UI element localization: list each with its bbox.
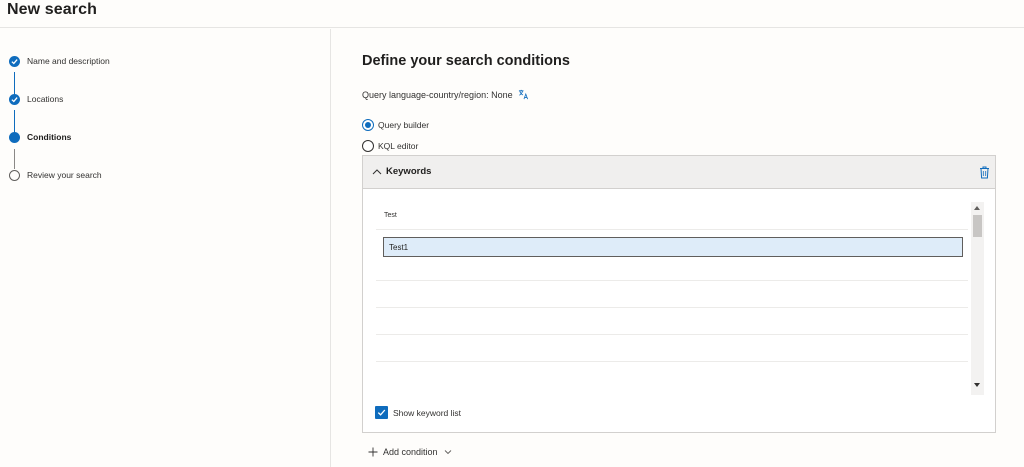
step-connector	[14, 149, 15, 169]
new-search-page: New search Name and description Location…	[0, 0, 1024, 467]
show-keyword-list-option[interactable]: Show keyword list	[375, 406, 461, 419]
divider	[376, 229, 968, 230]
wizard-steps: Name and description Locations Condition…	[0, 29, 331, 467]
step-label: Review your search	[27, 170, 102, 180]
page-title: New search	[7, 1, 97, 18]
chevron-down-icon	[444, 450, 451, 455]
keywords-list: Test	[376, 202, 984, 395]
kql-editor-option[interactable]: KQL editor	[362, 140, 418, 152]
step-conditions[interactable]: Conditions	[9, 130, 71, 144]
divider	[376, 307, 968, 308]
step-label: Name and description	[27, 56, 110, 66]
query-language-row: Query language-country/region: None	[362, 89, 529, 100]
step-name-and-description[interactable]: Name and description	[9, 54, 110, 68]
language-icon[interactable]	[518, 89, 529, 100]
pending-step-icon	[9, 169, 20, 181]
keywords-card: Keywords Test Test1 Show keyword list	[362, 155, 996, 433]
query-builder-option[interactable]: Query builder	[362, 119, 429, 131]
scroll-down-icon[interactable]	[974, 383, 980, 387]
step-label: Locations	[27, 94, 64, 104]
checkmark-icon	[9, 93, 20, 105]
show-keyword-list-checkbox[interactable]	[375, 406, 388, 419]
checkmark-icon	[9, 55, 20, 67]
divider	[376, 334, 968, 335]
keywords-title: Keywords	[386, 166, 432, 177]
scrollbar-thumb[interactable]	[973, 215, 982, 237]
plus-icon	[368, 447, 378, 457]
keyword-field-label: Test	[384, 212, 397, 219]
keyword-input[interactable]	[383, 237, 963, 257]
page-header: New search	[0, 0, 1024, 28]
chevron-up-icon[interactable]	[371, 166, 383, 178]
step-locations[interactable]: Locations	[9, 92, 63, 106]
divider	[376, 361, 968, 362]
radio-label: KQL editor	[378, 141, 419, 151]
add-condition-button[interactable]: Add condition	[368, 447, 452, 457]
add-condition-label: Add condition	[383, 447, 438, 457]
current-step-icon	[9, 131, 20, 143]
checkmark-icon	[377, 409, 386, 416]
show-keyword-list-label: Show keyword list	[393, 407, 462, 418]
step-label: Conditions	[27, 132, 72, 142]
divider	[376, 280, 968, 281]
kql-editor-radio[interactable]	[362, 140, 374, 152]
delete-icon[interactable]	[979, 166, 990, 179]
scroll-up-icon[interactable]	[974, 206, 980, 210]
radio-label: Query builder	[378, 120, 430, 130]
main-content: Define your search conditions Query lang…	[332, 29, 1024, 467]
vertical-scrollbar[interactable]	[971, 202, 984, 395]
query-language-text: Query language-country/region: None	[362, 89, 513, 100]
query-builder-radio[interactable]	[362, 119, 374, 131]
keywords-header[interactable]: Keywords	[363, 156, 995, 189]
step-review-your-search[interactable]: Review your search	[9, 168, 102, 182]
section-title: Define your search conditions	[362, 53, 570, 69]
